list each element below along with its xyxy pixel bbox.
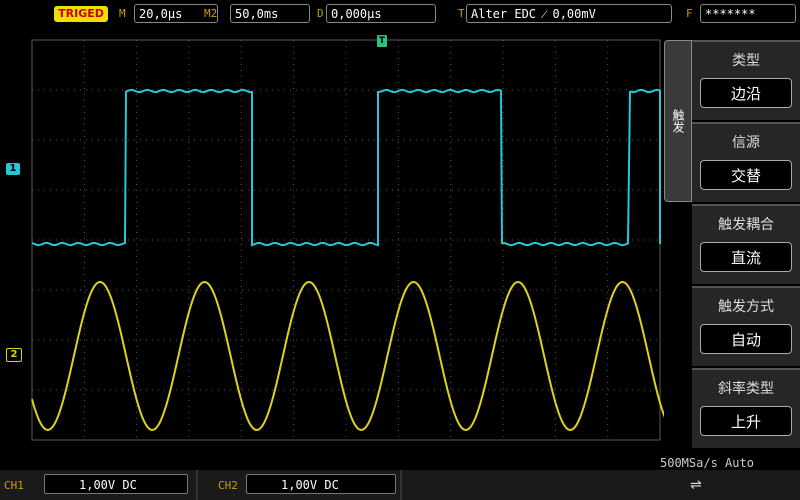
menu-item-value[interactable]: 上升: [700, 406, 792, 436]
menu-item-value[interactable]: 直流: [700, 242, 792, 272]
trigger-label: T: [458, 7, 465, 20]
divider: [400, 470, 402, 500]
zoom-timebase-label: M2: [204, 7, 218, 20]
menu-item-slope[interactable]: 斜率类型 上升: [692, 368, 800, 448]
frequency-value: *******: [700, 4, 796, 23]
trigger-menu: 触发 类型 边沿 信源 交替 触发耦合 直流 触发方式 自动 斜率类型 上升: [664, 40, 800, 456]
menu-item-title: 类型: [732, 53, 760, 69]
delay-value[interactable]: 0,000μs: [326, 4, 436, 23]
frequency-label: F: [686, 7, 693, 20]
ch1-label: CH1: [4, 479, 24, 492]
menu-item-title: 斜率类型: [718, 381, 774, 397]
menu-item-type[interactable]: 类型 边沿: [692, 40, 800, 120]
ch2-level-marker[interactable]: 2: [6, 348, 22, 362]
menu-item-title: 触发方式: [718, 299, 774, 315]
ch1-level-marker[interactable]: 1: [6, 163, 20, 175]
ch1-scale-value[interactable]: 1,00V DC: [44, 474, 188, 494]
usb-icon: ⇌: [690, 477, 702, 493]
trigger-status-badge: TRIGED: [54, 6, 108, 22]
waveform-display[interactable]: [0, 34, 666, 456]
trigger-setting-value[interactable]: Alter EDC ⁄ 0,00mV: [466, 4, 672, 23]
sample-rate-info: 500MSa/s Auto: [660, 456, 754, 470]
menu-item-title: 信源: [732, 135, 760, 151]
menu-item-mode[interactable]: 触发方式 自动: [692, 286, 800, 366]
menu-item-value[interactable]: 自动: [700, 324, 792, 354]
timebase-label: M: [119, 7, 126, 20]
menu-tab-trigger[interactable]: 触发: [664, 40, 692, 202]
divider: [196, 470, 198, 500]
menu-item-value[interactable]: 交替: [700, 160, 792, 190]
status-bar: TRIGED M 20,0μs M2 50,0ms D 0,000μs T Al…: [0, 0, 800, 32]
menu-item-title: 触发耦合: [718, 217, 774, 233]
trigger-position-marker[interactable]: T: [377, 35, 387, 47]
menu-item-value[interactable]: 边沿: [700, 78, 792, 108]
ch2-label: CH2: [218, 479, 238, 492]
menu-item-coupling[interactable]: 触发耦合 直流: [692, 204, 800, 284]
delay-label: D: [317, 7, 324, 20]
ch2-scale-value[interactable]: 1,00V DC: [246, 474, 396, 494]
zoom-timebase-value[interactable]: 50,0ms: [230, 4, 310, 23]
channel-bar: CH1 1,00V DC CH2 1,00V DC ⇌: [0, 470, 800, 500]
menu-item-source[interactable]: 信源 交替: [692, 122, 800, 202]
ch2-waveform: [31, 280, 666, 432]
ch1-waveform: [31, 88, 661, 247]
